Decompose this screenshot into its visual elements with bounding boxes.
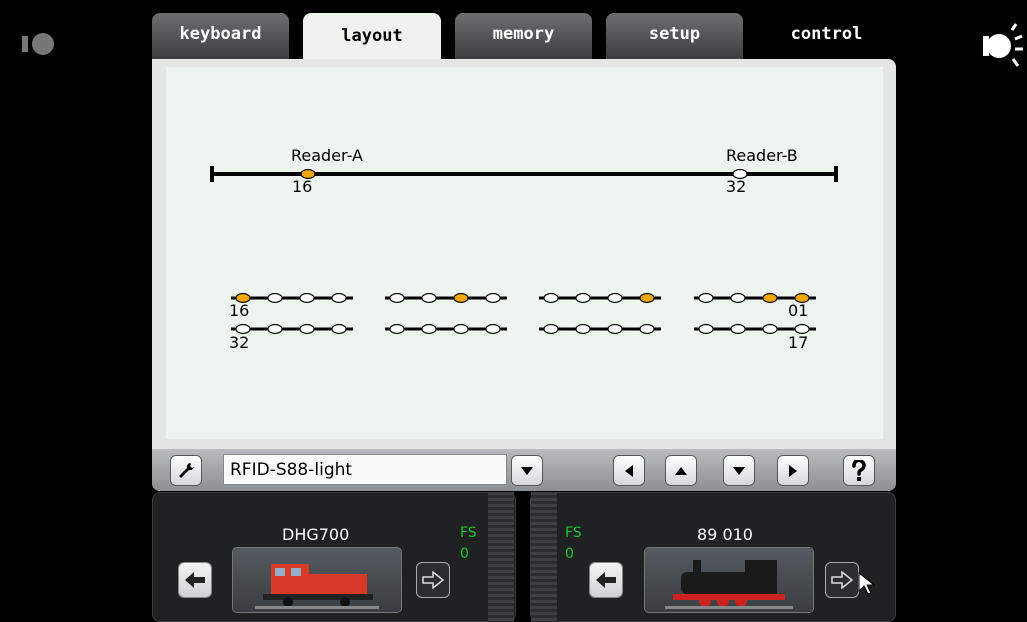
contact-dot (639, 323, 655, 335)
contact-dot (607, 292, 623, 304)
device-select[interactable]: RFID-S88-light (223, 454, 507, 485)
triangle-down-icon (521, 466, 533, 475)
question-icon (852, 459, 866, 481)
device-select-dropdown-button[interactable] (512, 456, 542, 485)
contact-dot (730, 292, 746, 304)
loco-name-left: DHG700 (282, 525, 350, 544)
fs-label-right: FS (565, 525, 582, 541)
triangle-right-icon (789, 464, 797, 477)
fs-indicator-right: FS 0 (565, 523, 582, 565)
loco-image-left[interactable] (233, 548, 401, 612)
scroll-left-button[interactable] (614, 456, 644, 485)
contact-dot (543, 323, 559, 335)
speed-slider-left[interactable] (488, 492, 514, 622)
contact-dot (762, 323, 778, 335)
contact-dot (267, 323, 283, 335)
contact-dot (299, 292, 315, 304)
contact-dot (575, 323, 591, 335)
contact-dot (730, 323, 746, 335)
layout-canvas: Reader-A 16 Reader-B 32 16 32 01 17 (166, 67, 883, 439)
direction-right-button-left[interactable] (417, 563, 449, 597)
tab-setup[interactable]: setup (606, 13, 743, 59)
mouse-cursor-icon (858, 571, 878, 600)
contact-dot (331, 292, 347, 304)
contact-grid (231, 292, 816, 335)
tab-memory[interactable]: memory (455, 13, 592, 59)
steam-loco-icon (665, 560, 793, 609)
scroll-up-button[interactable] (666, 456, 696, 485)
device-select-value: RFID-S88-light (230, 459, 353, 480)
contact-dot (453, 292, 469, 304)
contact-dot (485, 323, 501, 335)
layout-toolbar: RFID-S88-light (152, 449, 896, 491)
contact-label-32: 32 (229, 333, 250, 352)
tab-bar: keyboard layout memory setup control (152, 13, 896, 63)
arrow-left-icon (185, 572, 205, 588)
triangle-left-icon (625, 464, 633, 477)
contact-dot (299, 323, 315, 335)
arrow-right-outline-icon (422, 571, 444, 589)
contact-dot (389, 292, 405, 304)
diesel-loco-icon (255, 564, 379, 609)
loco-image-right[interactable] (645, 548, 813, 612)
contact-label-17: 17 (788, 333, 809, 352)
arrow-left-icon (596, 572, 616, 588)
tab-control[interactable]: control (757, 13, 896, 59)
contact-dot (421, 292, 437, 304)
tab-keyboard[interactable]: keyboard (152, 13, 289, 59)
contact-label-16: 16 (229, 301, 250, 320)
contact-dot (267, 292, 283, 304)
contact-dot (453, 323, 469, 335)
contact-dot (698, 292, 714, 304)
direction-right-button-right[interactable] (826, 563, 858, 597)
contact-dot (331, 323, 347, 335)
help-button[interactable] (844, 456, 874, 485)
scroll-right-button[interactable] (778, 456, 808, 485)
fs-indicator-left: FS 0 (460, 523, 477, 565)
wrench-button[interactable] (171, 456, 201, 485)
contact-dot (389, 323, 405, 335)
direction-left-button-left[interactable] (179, 563, 211, 597)
speed-slider-right[interactable] (531, 492, 557, 622)
fs-label-left: FS (460, 525, 477, 541)
contact-dot (543, 292, 559, 304)
loco-name-right: 89 010 (697, 525, 753, 544)
triangle-up-icon (675, 466, 687, 475)
stop-icon[interactable] (22, 32, 56, 60)
scroll-down-button[interactable] (724, 456, 754, 485)
contact-dot (485, 292, 501, 304)
contact-dot (575, 292, 591, 304)
light-bulb-icon[interactable] (983, 22, 1027, 78)
contact-dot (607, 323, 623, 335)
direction-left-button-right[interactable] (590, 563, 622, 597)
contact-label-01: 01 (788, 301, 809, 320)
contact-dot (421, 323, 437, 335)
contact-dot (639, 292, 655, 304)
triangle-down-icon (733, 466, 745, 475)
tab-layout[interactable]: layout (303, 13, 441, 63)
fs-value-right: 0 (565, 546, 574, 562)
contact-dot (698, 323, 714, 335)
fs-value-left: 0 (460, 546, 469, 562)
arrow-right-outline-icon (831, 571, 853, 589)
wrench-icon (179, 462, 194, 478)
contact-dot (762, 292, 778, 304)
